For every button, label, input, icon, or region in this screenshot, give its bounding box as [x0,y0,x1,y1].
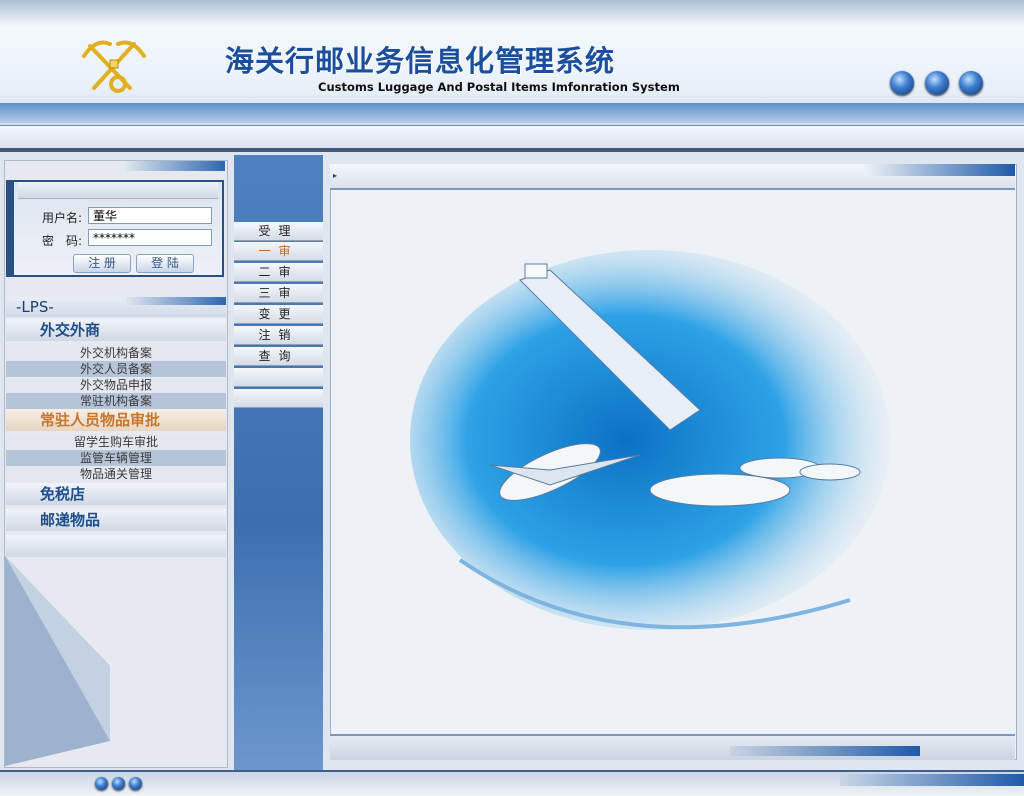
sidebar-empty-row [6,535,226,557]
nav-accept[interactable]: 受理 [234,222,323,241]
main-bottom-accent [730,746,920,756]
login-form: 用户名: 董华 密 码: ******* 注 册 登 陆 [6,180,224,277]
login-header-bar [18,182,218,199]
header-top-band [0,0,1024,24]
username-input[interactable]: 董华 [88,207,212,224]
nav-first-review[interactable]: 一审 [234,242,323,261]
sidebar-item-diplomatic-staff[interactable]: 外交人员备案 [6,361,226,377]
sidebar-item-student-car[interactable]: 留学生购车审批 [6,434,226,450]
app-title: 海关行邮业务信息化管理系统 [225,44,616,78]
sidebar-category-diplomatic[interactable]: 外交外商 [6,319,226,341]
lps-header: -LPS- [6,297,226,317]
header-orb-button-2[interactable] [925,71,949,95]
nav-query[interactable]: 查询 [234,347,323,366]
sidebar-item-vehicle-mgmt[interactable]: 监管车辆管理 [6,450,226,466]
footer-bar [0,770,1024,796]
username-label: 用户名: [42,211,83,225]
nav-third-review[interactable]: 三审 [234,284,323,303]
header-orb-button-1[interactable] [890,71,914,95]
sidebar-item-resident-org[interactable]: 常驻机构备案 [6,393,226,409]
main-bottom-bar [330,734,1015,760]
app-subtitle: Customs Luggage And Postal Items Imfonra… [318,80,680,94]
sidebar-item-diplomatic-org[interactable]: 外交机构备案 [6,345,226,361]
header-blue-strip [0,103,1024,123]
lps-label: -LPS- [16,298,54,316]
main-top-accent [865,164,1015,176]
header-sub-bar [0,126,1024,152]
customs-emblem-icon [82,40,146,93]
sidebar-item-diplomatic-goods[interactable]: 外交物品申报 [6,377,226,393]
footer-orb-3[interactable] [129,777,142,790]
nav-second-review[interactable]: 二审 [234,263,323,282]
nav-change[interactable]: 变更 [234,305,323,324]
footer-orb-1[interactable] [95,777,108,790]
password-input[interactable]: ******* [88,229,212,246]
nav-cancel[interactable]: 注销 [234,326,323,345]
sidebar-item-goods-clearance[interactable]: 物品通关管理 [6,466,226,482]
footer-orb-2[interactable] [112,777,125,790]
panel-corner-accent [125,161,225,171]
sidebar-category-resident-approval[interactable]: 常驻人员物品审批 [6,409,226,431]
main-bullet-icon: ▸ [333,171,338,180]
header-orb-button-3[interactable] [959,71,983,95]
transport-illustration [410,250,890,630]
decorative-wedge [5,556,110,766]
sidebar-category-duty-free[interactable]: 免税店 [6,483,226,505]
sidebar-category-postal[interactable]: 邮递物品 [6,509,226,531]
password-label: 密 码: [42,234,83,248]
lps-accent [126,297,226,305]
footer-accent [840,774,1024,786]
login-button[interactable]: 登 陆 [136,254,194,273]
register-button[interactable]: 注 册 [73,254,131,273]
nav-empty-1 [234,368,323,387]
main-top-bar: ▸ [330,164,1015,190]
header-banner: 海关行邮业务信息化管理系统 Customs Luggage And Postal… [0,0,1024,126]
nav-empty-2 [234,389,323,408]
